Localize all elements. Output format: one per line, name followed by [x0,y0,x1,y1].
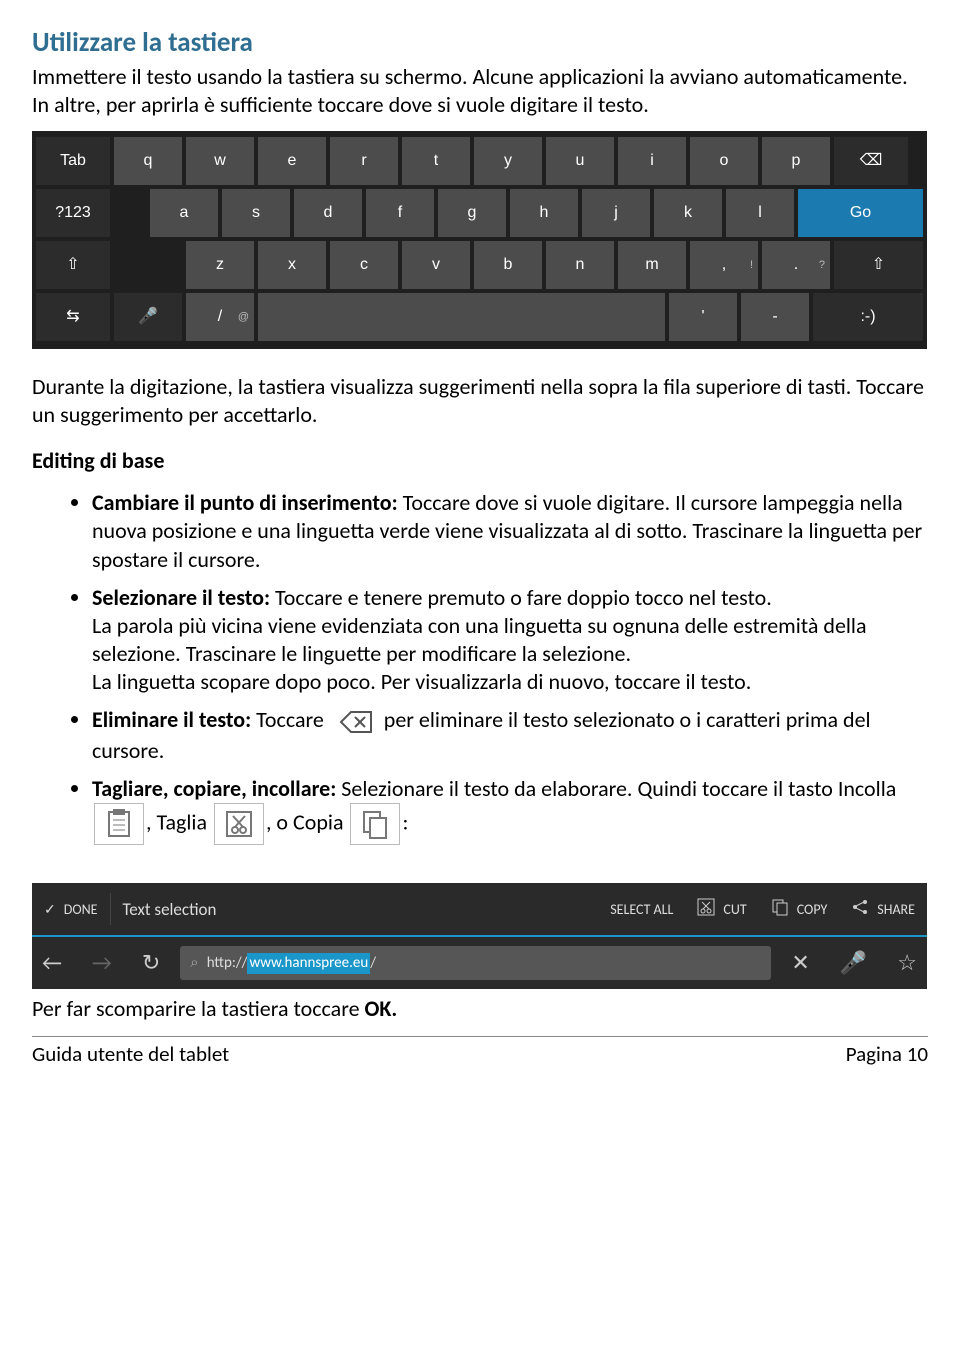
list-item: Cambiare il punto di inserimento: Toccar… [92,489,928,573]
key-n[interactable]: n [546,241,614,289]
done-button[interactable]: ✓ DONE [32,901,110,919]
key-r[interactable]: r [330,137,398,185]
key-w[interactable]: w [186,137,254,185]
key-voice[interactable]: 🎤 [114,293,182,341]
key-q[interactable]: q [114,137,182,185]
key-emoji[interactable]: :-) [813,293,923,341]
cut-icon [214,803,264,845]
bullet-text: La parola più vicina viene evidenziata c… [92,612,867,667]
key-z[interactable]: z [186,241,254,289]
copy-icon [350,803,400,845]
key-e[interactable]: e [258,137,326,185]
copy-label: COPY [797,901,828,919]
bullet-text: : [402,809,408,836]
key-shift-left[interactable]: ⇧ [36,241,110,289]
key-slash[interactable]: @/ [186,293,254,341]
key-o[interactable]: o [690,137,758,185]
key-backspace[interactable]: ⌫ [834,137,908,185]
text-selection-toolbar: ✓ DONE Text selection SELECT ALL CUT COP… [32,883,927,989]
bullet-lead: Tagliare, copiare, incollare: [92,775,336,802]
key-symbols[interactable]: ?123 [36,189,110,237]
url-text: http:// [207,954,248,973]
key-f[interactable]: f [366,189,434,237]
heading-editing: Editing di base [32,447,928,475]
intro-paragraph: Immettere il testo usando la tastiera su… [32,63,928,119]
page-title: Utilizzare la tastiera [32,26,928,61]
bullet-text: La linguetta scopare dopo poco. Per visu… [92,668,751,695]
share-label: SHARE [877,901,915,919]
key-c[interactable]: c [330,241,398,289]
select-all-button[interactable]: SELECT ALL [598,901,685,919]
bullet-lead: Eliminare il testo: [92,706,251,733]
backspace-icon [331,707,377,737]
key-v[interactable]: v [402,241,470,289]
cut-button[interactable]: CUT [685,898,758,921]
key-k[interactable]: k [654,189,722,237]
select-all-label: SELECT ALL [610,901,673,919]
paste-icon [94,803,144,845]
key-shift-right[interactable]: ⇧ [834,241,923,289]
key-d[interactable]: d [294,189,362,237]
bullet-text: , Taglia [146,809,212,836]
toolbar-title: Text selection [111,899,229,921]
url-text: / [370,954,376,973]
key-go[interactable]: Go [798,189,923,237]
share-button[interactable]: SHARE [839,898,927,921]
clear-button[interactable]: ✕ [781,949,819,977]
search-icon: ⌕ [190,954,198,973]
share-icon [851,898,869,921]
bookmark-button[interactable]: ☆ [887,949,927,977]
forward-button[interactable]: → [82,949,122,977]
key-t[interactable]: t [402,137,470,185]
footer-left: Guida utente del tablet [32,1041,229,1068]
page-footer: Guida utente del tablet Pagina 10 [32,1036,928,1068]
voice-button[interactable]: 🎤 [830,949,877,977]
key-apostrophe[interactable]: ' [669,293,737,341]
key-b[interactable]: b [474,241,542,289]
key-i[interactable]: i [618,137,686,185]
paragraph-suggestions: Durante la digitazione, la tastiera visu… [32,373,928,429]
key-settings[interactable]: ⇆ [36,293,110,341]
key-g[interactable]: g [438,189,506,237]
refresh-button[interactable]: ↻ [132,949,170,977]
key-h[interactable]: h [510,189,578,237]
key-j[interactable]: j [582,189,650,237]
copy-icon [771,898,789,921]
key-u[interactable]: u [546,137,614,185]
key-comma[interactable]: !, [690,241,758,289]
key-l[interactable]: l [726,189,794,237]
url-bar[interactable]: ⌕ http://www.hannspree.eu/ [180,946,771,980]
back-button[interactable]: ← [32,949,72,977]
bullet-lead: Cambiare il punto di inserimento: [92,489,398,516]
bullet-lead: Selezionare il testo: [92,584,270,611]
key-x[interactable]: x [258,241,326,289]
list-item: Eliminare il testo: Toccare per eliminar… [92,706,928,765]
bullet-text: , o Copia [266,809,349,836]
footer-right: Pagina 10 [846,1041,928,1068]
list-item: Selezionare il testo: Toccare e tenere p… [92,584,928,697]
key-dash[interactable]: - [741,293,809,341]
cut-label: CUT [723,901,746,919]
key-period[interactable]: ?. [762,241,830,289]
list-item: Tagliare, copiare, incollare: Selezionar… [92,775,928,845]
onscreen-keyboard: Tab q w e r t y u i o p ⌫ ?123 a s d f g… [32,131,927,349]
url-selected: www.hannspree.eu [247,953,370,974]
editing-list: Cambiare il punto di inserimento: Toccar… [32,489,928,845]
key-s[interactable]: s [222,189,290,237]
key-y[interactable]: y [474,137,542,185]
done-label: DONE [64,901,98,919]
copy-button[interactable]: COPY [759,898,840,921]
check-icon: ✓ [44,901,56,919]
cut-icon [697,898,715,921]
key-space[interactable] [258,293,665,341]
bullet-text: Selezionare il testo da elaborare. Quind… [336,775,896,802]
bullet-text: Toccare [251,706,329,733]
key-m[interactable]: m [618,241,686,289]
bullet-text: Toccare e tenere premuto o fare doppio t… [270,584,772,611]
key-tab[interactable]: Tab [36,137,110,185]
closing-paragraph: Per far scomparire la tastiera toccare O… [32,995,928,1023]
key-a[interactable]: a [150,189,218,237]
key-p[interactable]: p [762,137,830,185]
